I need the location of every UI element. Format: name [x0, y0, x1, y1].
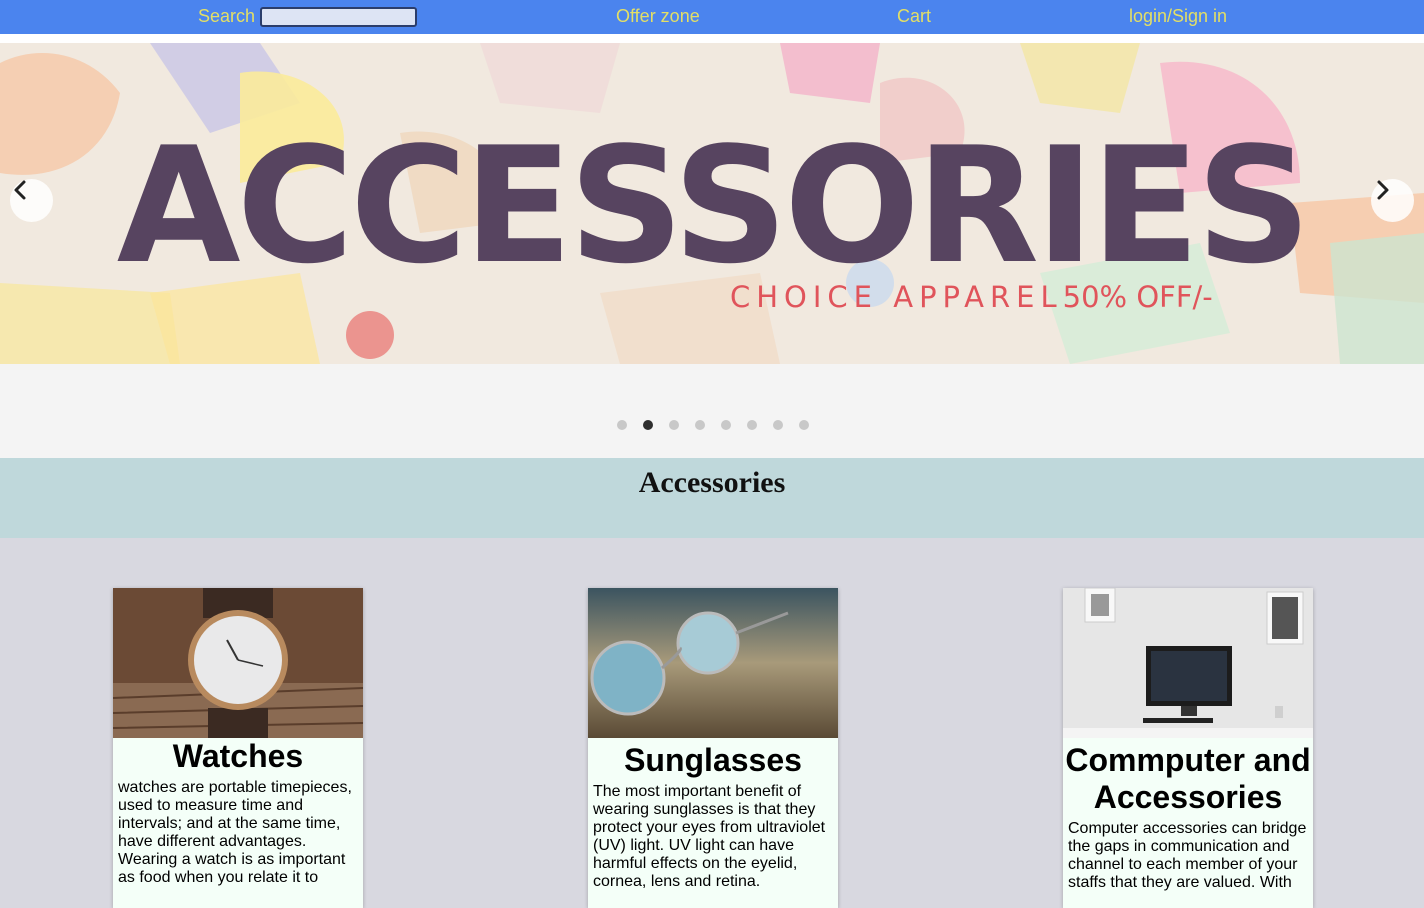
carousel-dot-5[interactable]	[721, 420, 731, 430]
card-description: Computer accessories can bridge the gaps…	[1068, 820, 1307, 891]
section-header: Accessories	[0, 458, 1424, 538]
card-title: Watches	[172, 738, 304, 774]
carousel-dot-8[interactable]	[799, 420, 809, 430]
carousel-dot-1[interactable]	[617, 420, 627, 430]
carousel-next-button[interactable]	[1371, 179, 1414, 222]
chevron-left-icon	[14, 180, 26, 200]
hero-headline: ACCESSORIES	[116, 112, 1312, 299]
carousel-indicators	[0, 364, 1424, 458]
nav-login[interactable]: login/Sign in	[1129, 6, 1227, 26]
hero-subline: CHOICE APPAREL50% OFF/-	[730, 281, 1213, 313]
carousel-dot-2[interactable]	[643, 420, 653, 430]
product-card-sunglasses[interactable]: Sunglasses The most important benefit of…	[588, 588, 838, 908]
section-title: Accessories	[638, 466, 786, 499]
carousel-prev-button[interactable]	[10, 179, 53, 222]
card-title: Sunglasses	[624, 742, 802, 778]
hero-subline-brand: CHOICE APPAREL	[730, 280, 1063, 314]
computer-desk-photo	[1063, 588, 1313, 738]
nav-cart[interactable]: Cart	[897, 6, 931, 26]
card-description: The most important benefit of wearing su…	[593, 783, 826, 890]
search-label: Search	[198, 6, 256, 26]
chevron-right-icon	[1377, 180, 1389, 200]
product-card-watches[interactable]: Watches watches are portable timepieces,…	[113, 588, 363, 908]
product-card-computer[interactable]: Commputer and Accessories Computer acces…	[1063, 588, 1313, 908]
top-nav: Search Offer zone Cart login/Sign in	[0, 0, 1424, 34]
sunglasses-photo	[588, 588, 838, 738]
carousel-dot-4[interactable]	[695, 420, 705, 430]
hero-subline-offer: 50% OFF/-	[1062, 280, 1213, 314]
card-title: Commputer and Accessories	[1065, 742, 1311, 815]
nav-offer-zone[interactable]: Offer zone	[616, 6, 700, 26]
nav-spacer	[0, 34, 1424, 43]
search-input[interactable]	[260, 7, 417, 27]
card-description: watches are portable timepieces, used to…	[118, 779, 352, 886]
watch-photo	[113, 588, 363, 738]
hero-carousel: ACCESSORIES CHOICE APPAREL50% OFF/-	[0, 43, 1424, 364]
carousel-dot-7[interactable]	[773, 420, 783, 430]
carousel-dot-6[interactable]	[747, 420, 757, 430]
carousel-dot-3[interactable]	[669, 420, 679, 430]
